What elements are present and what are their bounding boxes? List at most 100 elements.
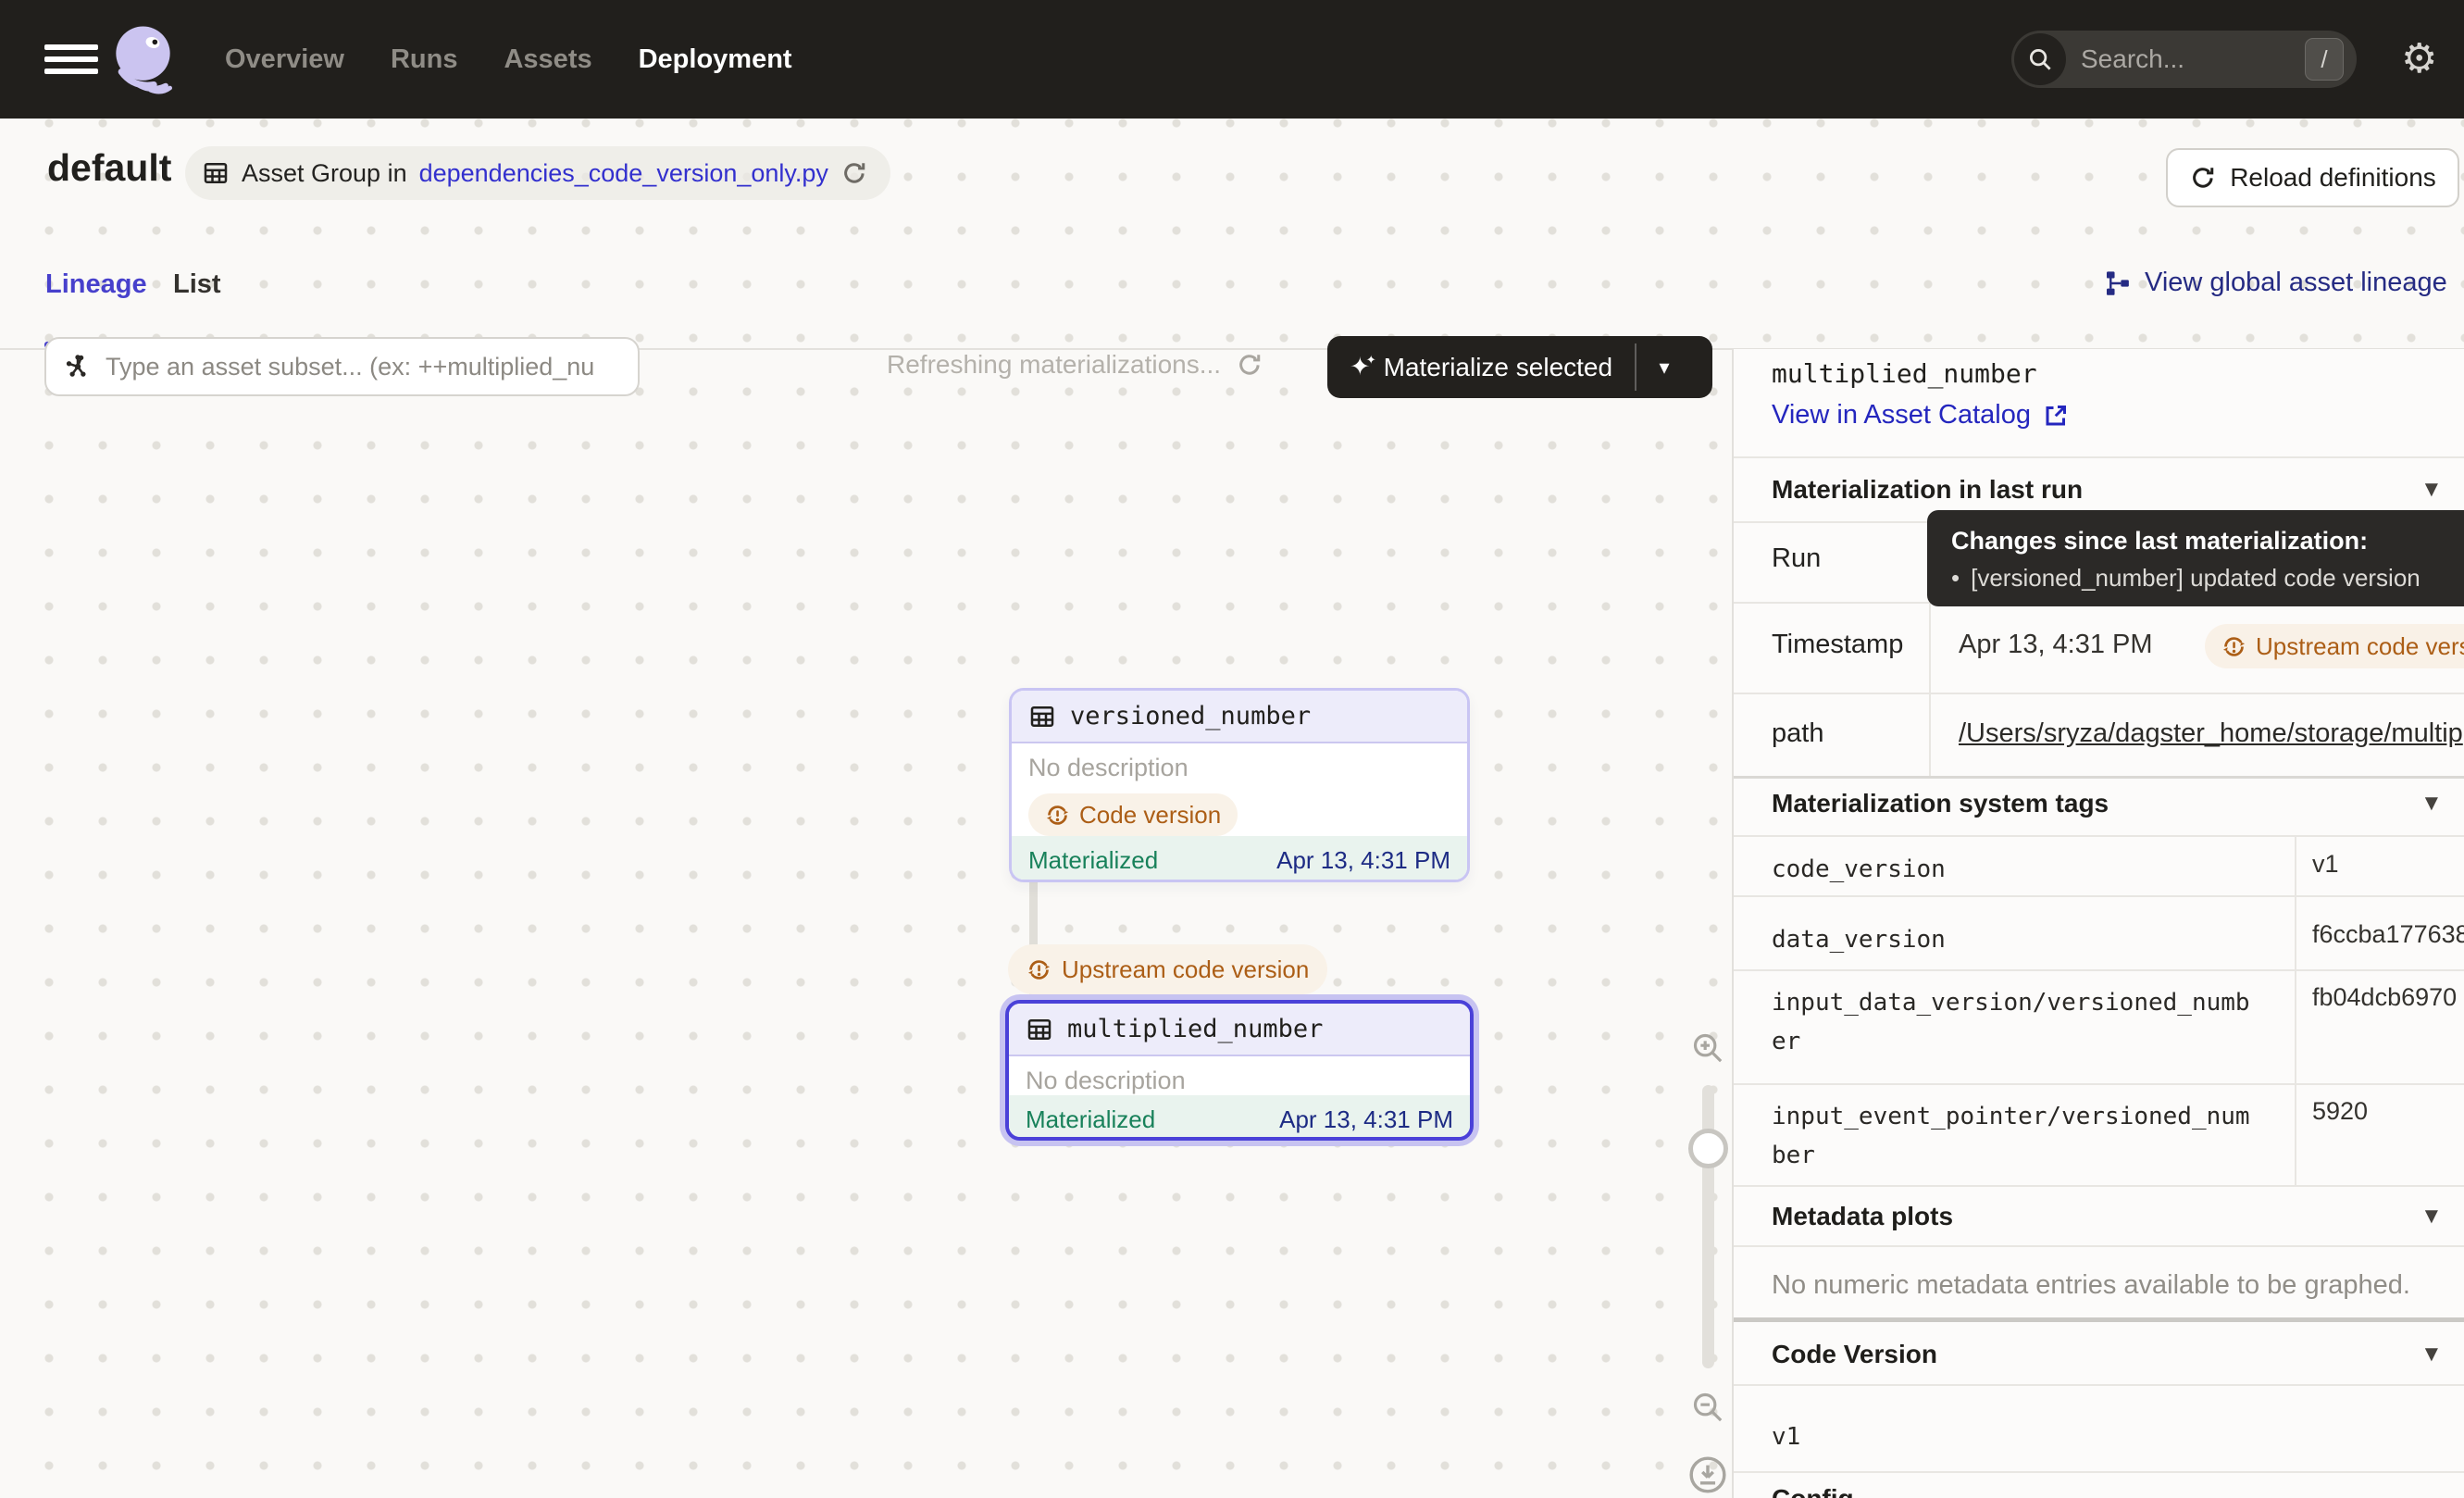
nav-links: Overview Runs Assets Deployment <box>225 0 792 119</box>
path-value-link[interactable]: /Users/sryza/dagster_home/storage/multip <box>1959 718 2464 749</box>
upstream-code-version-badge[interactable]: Upstream code version <box>1008 944 1327 994</box>
zoom-slider-track[interactable] <box>1702 1085 1714 1368</box>
asset-group-icon <box>202 159 230 187</box>
asset-node-versioned-number[interactable]: versioned_number No description Code ver… <box>1009 688 1470 882</box>
view-in-asset-catalog-link[interactable]: View in Asset Catalog <box>1772 400 2070 431</box>
materialize-dropdown-caret[interactable]: ▾ <box>1636 336 1692 398</box>
divider <box>1734 895 2464 897</box>
divider <box>1734 776 2464 779</box>
tab-lineage[interactable]: Lineage <box>45 269 147 300</box>
search-icon <box>2014 33 2066 85</box>
tag-key: data_version <box>1772 920 2253 959</box>
search-shortcut-badge: / <box>2305 38 2344 81</box>
asset-graph-icon <box>63 352 93 381</box>
materialize-selected-button[interactable]: ✦ Materialize selected ▾ <box>1327 336 1712 398</box>
dagster-app: Overview Runs Assets Deployment Search..… <box>0 0 2464 1498</box>
materialized-status: Materialized <box>1028 846 1158 875</box>
view-global-lineage-label: View global asset lineage <box>2145 268 2447 298</box>
dagster-logo-icon[interactable] <box>107 20 185 104</box>
view-global-lineage-link[interactable]: View global asset lineage <box>2103 268 2447 298</box>
nav-item-runs[interactable]: Runs <box>391 44 458 75</box>
asset-name: multiplied_number <box>1067 1015 1323 1043</box>
download-graph-icon[interactable] <box>1686 1454 1729 1496</box>
zoom-slider-thumb[interactable] <box>1688 1129 1728 1168</box>
tag-value: 5920 <box>2312 1097 2464 1126</box>
reload-group-icon[interactable] <box>840 159 868 187</box>
code-version-chip[interactable]: Code version <box>1028 793 1238 836</box>
nav-item-assets[interactable]: Assets <box>504 44 591 75</box>
divider <box>1734 969 2464 971</box>
asset-subset-input[interactable] <box>106 353 621 381</box>
zoom-out-icon[interactable] <box>1689 1389 1726 1426</box>
divider <box>1734 835 2464 837</box>
timestamp-upstream-label: Upstream code version <box>2256 632 2464 661</box>
divider <box>1734 693 2464 694</box>
asset-node-multiplied-number[interactable]: multiplied_number No description Materia… <box>1005 1000 1474 1141</box>
asset-table-icon <box>1028 703 1056 730</box>
node-footer: Materialized Apr 13, 4:31 PM <box>1009 1095 1470 1141</box>
path-row-label: path <box>1772 718 1823 749</box>
sidebar-asset-title: multiplied_number <box>1772 358 2037 389</box>
cycle-exclamation-icon <box>1045 803 1070 828</box>
changes-tooltip: Changes since last materialization: • [v… <box>1927 510 2464 606</box>
divider <box>1734 1384 2464 1386</box>
upstream-code-version-label: Upstream code version <box>1062 955 1309 984</box>
timestamp-row-label: Timestamp <box>1772 630 1903 660</box>
asset-group-file-link[interactable]: dependencies_code_version_only.py <box>419 159 828 188</box>
tag-value: f6ccba177638 <box>2312 920 2464 949</box>
menu-icon[interactable] <box>44 44 98 74</box>
code-version-value: v1 <box>1772 1417 2253 1456</box>
section-config: Config <box>1772 1484 1854 1498</box>
nav-item-overview[interactable]: Overview <box>225 44 344 75</box>
materialized-status: Materialized <box>1026 1105 1155 1134</box>
timestamp-upstream-badge[interactable]: Upstream code version <box>2205 624 2464 668</box>
changes-tooltip-item: • [versioned_number] updated code versio… <box>1951 564 2458 593</box>
tag-key: code_version <box>1772 850 2253 889</box>
external-link-icon <box>2042 402 2070 430</box>
global-lineage-icon <box>2103 268 2133 298</box>
asset-group-chip: Asset Group in dependencies_code_version… <box>185 146 890 200</box>
divider <box>1734 1471 2464 1473</box>
nav-item-deployment[interactable]: Deployment <box>639 44 792 75</box>
changes-tooltip-title: Changes since last materialization: <box>1951 527 2458 556</box>
refresh-icon[interactable] <box>1236 351 1263 379</box>
run-row-label: Run <box>1772 543 1821 574</box>
materialized-timestamp: Apr 13, 4:31 PM <box>1276 846 1450 875</box>
metadata-plots-empty: No numeric metadata entries available to… <box>1772 1270 2410 1301</box>
node-header: multiplied_number <box>1009 1004 1470 1056</box>
gear-icon[interactable]: ⚙ <box>2401 37 2437 81</box>
reload-icon <box>2189 164 2217 192</box>
view-in-asset-catalog-label: View in Asset Catalog <box>1772 400 2031 431</box>
asset-subset-filter[interactable] <box>44 337 640 396</box>
chevron-down-icon[interactable]: ▼ <box>2420 1342 2443 1367</box>
divider <box>1734 456 2464 458</box>
search-input[interactable]: Search... / <box>2011 31 2357 88</box>
section-materialization-last-run: Materialization in last run <box>1772 475 2083 505</box>
divider <box>1734 1245 2464 1247</box>
section-metadata-plots: Metadata plots <box>1772 1202 1953 1231</box>
materialize-main[interactable]: ✦ Materialize selected <box>1327 336 1635 398</box>
reload-definitions-button[interactable]: Reload definitions <box>2166 148 2459 207</box>
node-body: No description <box>1009 1056 1470 1095</box>
top-nav: Overview Runs Assets Deployment Search..… <box>0 0 2464 119</box>
tag-key: input_data_version/versioned_number <box>1772 983 2253 1061</box>
tag-value: v1 <box>2312 850 2464 879</box>
section-code-version: Code Version <box>1772 1340 1937 1369</box>
divider <box>1734 1083 2464 1085</box>
asset-name: versioned_number <box>1070 702 1311 730</box>
zoom-in-icon[interactable] <box>1689 1030 1726 1067</box>
divider <box>1734 1185 2464 1187</box>
chevron-down-icon[interactable]: ▼ <box>2420 791 2443 817</box>
timestamp-value: Apr 13, 4:31 PM <box>1959 630 2153 660</box>
section-system-tags: Materialization system tags <box>1772 789 2109 818</box>
chevron-down-icon[interactable]: ▼ <box>2420 477 2443 503</box>
materialize-label: Materialize selected <box>1384 353 1612 382</box>
node-footer: Materialized Apr 13, 4:31 PM <box>1012 836 1467 882</box>
cycle-exclamation-icon <box>1027 957 1052 982</box>
changes-tooltip-text: [versioned_number] updated code version <box>1971 564 2420 593</box>
column-divider <box>2295 835 2296 1185</box>
asset-group-label: Asset Group in <box>242 159 407 188</box>
tag-value: fb04dcb6970 <box>2312 983 2464 1012</box>
chevron-down-icon[interactable]: ▼ <box>2420 1204 2443 1230</box>
tab-list[interactable]: List <box>173 269 221 300</box>
